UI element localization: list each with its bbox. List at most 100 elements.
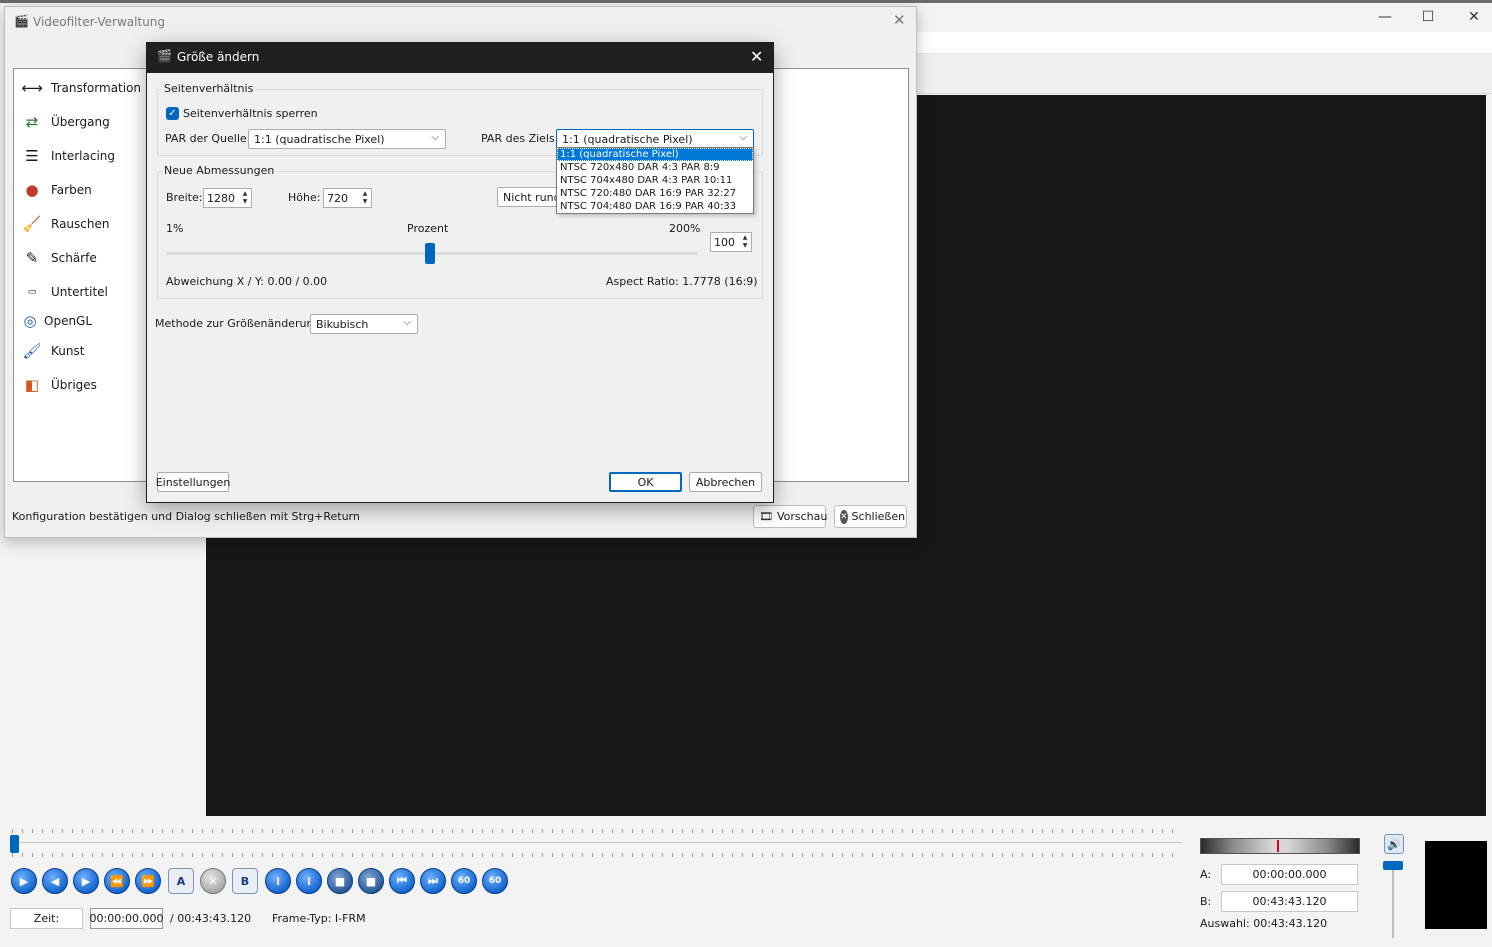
dropdown-option[interactable]: NTSC 720:480 DAR 16:9 PAR 32:27 xyxy=(557,187,753,200)
category-noise[interactable]: 🧹 Rauschen xyxy=(20,210,110,238)
marker-b-value: 00:43:43.120 xyxy=(1221,891,1358,912)
selection-duration: Auswahl: 00:43:43.120 xyxy=(1200,917,1328,930)
next-frame-button[interactable]: ▶ xyxy=(73,868,99,894)
category-label: Interlacing xyxy=(51,149,116,163)
opengl-icon: ◎ xyxy=(23,312,37,330)
first-frame-button[interactable]: ⏮ xyxy=(389,868,415,894)
preview-button[interactable]: 🎞 Vorschau xyxy=(753,505,828,528)
colors-icon: ● xyxy=(25,181,39,199)
maximize-button[interactable]: ☐ xyxy=(1405,6,1451,28)
settings-button[interactable]: Einstellungen xyxy=(156,472,230,492)
set-marker-a-button[interactable]: A xyxy=(168,868,194,894)
category-subtitle[interactable]: ▭ Untertitel xyxy=(20,278,108,306)
height-label: Höhe: xyxy=(288,191,321,204)
spin-arrows-icon[interactable]: ▲ ▼ xyxy=(740,234,750,250)
back-60-button[interactable]: 60 xyxy=(451,868,477,894)
category-label: Untertitel xyxy=(51,285,108,299)
dropdown-option[interactable]: 1:1 (quadratische Pixel) xyxy=(557,148,753,161)
close-label: Schließen xyxy=(851,510,906,523)
last-frame-button[interactable]: ⏭ xyxy=(420,868,446,894)
percent-value: 100 xyxy=(714,235,735,249)
category-transition[interactable]: ⇄ Übergang xyxy=(20,108,110,136)
seek-bar[interactable] xyxy=(12,842,1182,847)
percent-slider-handle[interactable] xyxy=(425,243,436,264)
par-source-label: PAR der Quelle: xyxy=(165,132,251,145)
category-sharpness[interactable]: ✎ Schärfe xyxy=(20,244,97,272)
preview-icon: 🎞 xyxy=(759,510,773,523)
deviation-text: Abweichung X / Y: 0.00 / 0.00 xyxy=(166,275,328,288)
minimize-button[interactable]: — xyxy=(1362,6,1408,28)
time-input[interactable]: 00:00:00.000 xyxy=(90,908,163,929)
filter-manager-close-icon[interactable]: ✕ xyxy=(893,11,906,29)
category-art[interactable]: 🖌 Kunst xyxy=(20,337,84,365)
height-spinbox[interactable]: 720 ▲ ▼ xyxy=(323,188,372,208)
dropdown-option[interactable]: NTSC 704:480 DAR 16:9 PAR 40:33 xyxy=(557,200,753,213)
dropdown-option[interactable]: NTSC 704x480 DAR 4:3 PAR 10:11 xyxy=(557,174,753,187)
category-misc[interactable]: ◧ Übriges xyxy=(20,371,97,399)
set-marker-b-button[interactable]: B xyxy=(232,868,258,894)
subtitle-icon: ▭ xyxy=(27,287,37,297)
par-source-select[interactable]: 1:1 (quadratische Pixel) ⌵ xyxy=(248,129,446,149)
preview-label: Vorschau xyxy=(776,510,828,523)
category-transformation[interactable]: ⟷ Transformation xyxy=(20,74,141,102)
previous-black-frame-button[interactable]: ■ xyxy=(327,868,353,894)
percent-label: Prozent xyxy=(407,222,449,235)
width-value: 1280 xyxy=(207,191,235,205)
category-label: Farben xyxy=(51,183,92,197)
close-app-button[interactable]: ✕ xyxy=(1451,6,1492,28)
total-duration: / 00:43:43.120 xyxy=(170,912,252,925)
spin-arrows-icon[interactable]: ▲ ▼ xyxy=(360,190,370,206)
volume-slider[interactable] xyxy=(1392,862,1394,938)
volume-handle[interactable] xyxy=(1383,861,1403,870)
category-colors[interactable]: ● Farben xyxy=(20,176,92,204)
chevron-down-icon: ⌵ xyxy=(403,317,411,328)
par-target-select[interactable]: 1:1 (quadratische Pixel) ⌵ xyxy=(556,129,754,149)
next-keyframe-button[interactable]: ⏩ xyxy=(135,868,161,894)
method-select[interactable]: Bikubisch ⌵ xyxy=(310,314,418,334)
jog-shuttle[interactable] xyxy=(1200,838,1360,854)
dialog-close-icon[interactable]: ✕ xyxy=(750,47,763,66)
previous-keyframe-button[interactable]: ⏪ xyxy=(104,868,130,894)
reset-markers-button[interactable]: ✕ xyxy=(200,868,226,894)
method-value: Bikubisch xyxy=(316,317,369,331)
next-black-frame-button[interactable]: ■ xyxy=(358,868,384,894)
time-label: Zeit: xyxy=(10,908,83,929)
seek-ticks-top xyxy=(12,829,1182,833)
previous-frame-button[interactable]: ◀ xyxy=(42,868,68,894)
percent-spinbox[interactable]: 100 ▲ ▼ xyxy=(710,232,752,252)
width-label: Breite: xyxy=(166,191,203,204)
clapperboard-icon: 🎬 xyxy=(157,49,172,63)
aspect-ratio-text: Aspect Ratio: 1.7778 (16:9) xyxy=(606,275,758,288)
category-label: Schärfe xyxy=(51,251,97,265)
filter-manager-title: Videofilter-Verwaltung xyxy=(33,15,166,29)
seek-handle[interactable] xyxy=(10,835,19,853)
lock-aspect-checkbox[interactable]: ✓ xyxy=(166,107,179,120)
dropdown-option[interactable]: NTSC 720x480 DAR 4:3 PAR 8:9 xyxy=(557,161,753,174)
category-label: Transformation xyxy=(51,81,142,95)
forward-60-button[interactable]: 60 xyxy=(482,868,508,894)
transition-icon: ⇄ xyxy=(25,113,39,131)
category-label: Übergang xyxy=(51,115,110,129)
width-spinbox[interactable]: 1280 ▲ ▼ xyxy=(203,188,252,208)
method-label: Methode zur Größenänderung: xyxy=(155,317,325,330)
marker-a-value: 00:00:00.000 xyxy=(1221,864,1358,885)
mini-preview xyxy=(1425,841,1487,929)
volume-icon[interactable]: 🔊 xyxy=(1384,834,1404,854)
status-text: Konfiguration bestätigen und Dialog schl… xyxy=(12,510,360,523)
spin-arrows-icon[interactable]: ▲ ▼ xyxy=(240,190,250,206)
category-interlacing[interactable]: ☰ Interlacing xyxy=(20,142,115,170)
goto-marker-b-button[interactable]: I xyxy=(296,868,322,894)
close-button[interactable]: ✕ Schließen xyxy=(834,505,907,528)
marker-b-label: B: xyxy=(1200,895,1212,908)
app-top-strip xyxy=(0,0,1492,3)
cancel-button[interactable]: Abbrechen xyxy=(689,472,762,492)
ok-button[interactable]: OK xyxy=(609,472,682,492)
goto-marker-a-button[interactable]: I xyxy=(265,868,291,894)
chevron-down-icon: ⌵ xyxy=(431,132,439,143)
noise-icon: 🧹 xyxy=(22,215,42,233)
dimensions-group-label: Neue Abmessungen xyxy=(162,164,277,177)
category-opengl[interactable]: ◎ OpenGL xyxy=(20,307,92,335)
play-button[interactable]: ▶ xyxy=(11,868,37,894)
category-label: Übriges xyxy=(51,378,97,392)
category-label: Rauschen xyxy=(51,217,110,231)
